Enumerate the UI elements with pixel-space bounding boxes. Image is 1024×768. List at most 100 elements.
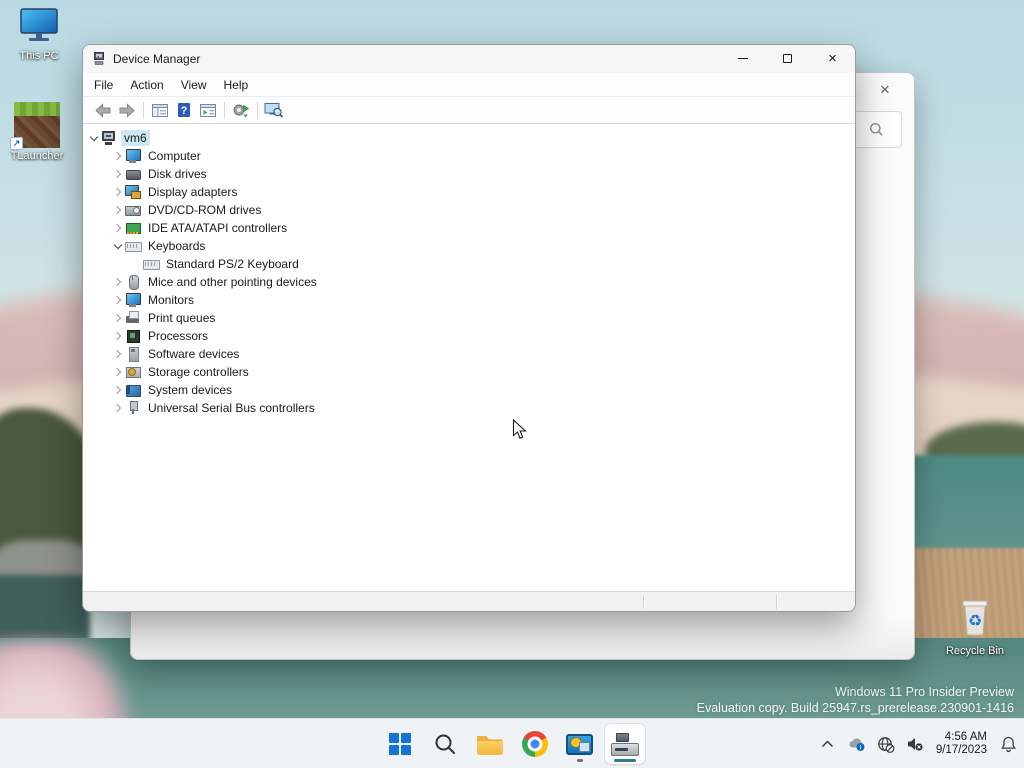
close-button[interactable]: × xyxy=(810,45,855,72)
forward-button[interactable] xyxy=(115,99,139,121)
tree-item-storage-controllers[interactable]: Storage controllers xyxy=(83,363,855,381)
tree-item-ide-controllers[interactable]: IDE ATA/ATAPI controllers xyxy=(83,219,855,237)
chevron-right-icon[interactable] xyxy=(111,153,125,159)
chevron-right-icon[interactable] xyxy=(111,333,125,339)
tree-item-label: Print queues xyxy=(148,311,216,325)
taskbar-clock[interactable]: 4:56 AM 9/17/2023 xyxy=(934,731,989,758)
tree-item-display-adapters[interactable]: Display adapters xyxy=(83,183,855,201)
tree-item-processors[interactable]: Processors xyxy=(83,327,855,345)
active-window-indicator xyxy=(613,759,636,762)
desktop-icon-recycle-bin[interactable]: ♻ Recycle Bin xyxy=(938,596,1012,657)
desktop-icon-label: TLauncher xyxy=(10,150,64,162)
watermark-line2: Evaluation copy. Build 25947.rs_prerelea… xyxy=(696,701,1014,715)
chevron-right-icon[interactable] xyxy=(111,405,125,411)
search-icon xyxy=(870,123,883,136)
close-icon[interactable]: × xyxy=(870,77,900,103)
window-title: Device Manager xyxy=(113,52,201,66)
tree-item-usb-controllers[interactable]: Universal Serial Bus controllers xyxy=(83,399,855,417)
scan-hardware-changes-button[interactable] xyxy=(262,99,286,121)
system-device-icon xyxy=(125,383,141,397)
monitor-icon xyxy=(125,293,141,307)
tree-item-keyboards[interactable]: Keyboards xyxy=(83,237,855,255)
tree-item-disk-drives[interactable]: Disk drives xyxy=(83,165,855,183)
toolbar: ? xyxy=(83,97,855,124)
onedrive-cloud-icon[interactable]: i xyxy=(847,730,867,758)
recycle-bin-icon: ♻ xyxy=(962,600,988,636)
tree-item-computer[interactable]: Computer xyxy=(83,147,855,165)
status-bar-divider xyxy=(776,595,777,609)
svg-text:♻: ♻ xyxy=(968,611,982,630)
desktop-icon-tlauncher[interactable]: ↗ TLauncher xyxy=(0,102,74,162)
ide-controller-icon xyxy=(125,221,141,235)
menu-file[interactable]: File xyxy=(86,75,121,95)
tree-item-label: Monitors xyxy=(148,293,195,307)
system-app-button[interactable] xyxy=(560,724,600,764)
volume-muted-icon[interactable] xyxy=(905,730,925,758)
update-driver-button[interactable] xyxy=(229,99,253,121)
chevron-right-icon[interactable] xyxy=(111,207,125,213)
device-manager-app-icon xyxy=(94,52,104,65)
toolbar-separator xyxy=(257,101,258,119)
tray-date: 9/17/2023 xyxy=(935,744,987,756)
chrome-button[interactable] xyxy=(515,724,555,764)
this-pc-icon xyxy=(20,8,58,41)
tree-item-vm6[interactable]: vm6 xyxy=(83,129,855,147)
help-button[interactable]: ? xyxy=(172,99,196,121)
tree-item-label: DVD/CD-ROM drives xyxy=(148,203,262,217)
title-bar[interactable]: Device Manager × xyxy=(83,45,855,73)
computer-icon xyxy=(125,149,141,163)
menu-bar: File Action View Help xyxy=(83,73,855,97)
keyboard-icon xyxy=(125,239,142,253)
chevron-right-icon[interactable] xyxy=(111,387,125,393)
notification-bell-icon[interactable] xyxy=(998,730,1018,758)
chevron-right-icon[interactable] xyxy=(111,297,125,303)
tray-overflow-chevron-icon[interactable] xyxy=(818,730,838,758)
mouse-cursor xyxy=(512,419,527,440)
chevron-right-icon[interactable] xyxy=(111,189,125,195)
file-explorer-button[interactable] xyxy=(470,724,510,764)
chevron-right-icon[interactable] xyxy=(111,279,125,285)
show-action-pane-button[interactable] xyxy=(196,99,220,121)
usb-controller-icon xyxy=(125,401,141,415)
status-bar xyxy=(83,591,855,611)
menu-action[interactable]: Action xyxy=(122,75,171,95)
svg-text:?: ? xyxy=(181,105,188,117)
chevron-right-icon[interactable] xyxy=(111,171,125,177)
minimize-button[interactable] xyxy=(720,45,765,72)
show-console-tree-button[interactable] xyxy=(148,99,172,121)
storage-controller-icon xyxy=(125,365,141,379)
tree-item-label: vm6 xyxy=(121,130,150,146)
chevron-down-icon[interactable] xyxy=(111,242,125,250)
tree-item-monitors[interactable]: Monitors xyxy=(83,291,855,309)
tree-item-standard-ps2-keyboard[interactable]: Standard PS/2 Keyboard xyxy=(83,255,855,273)
chevron-right-icon[interactable] xyxy=(111,315,125,321)
chevron-right-icon[interactable] xyxy=(111,351,125,357)
tree-item-label: System devices xyxy=(148,383,233,397)
chevron-down-icon[interactable] xyxy=(87,134,101,142)
tree-item-dvd-cdrom-drives[interactable]: DVD/CD-ROM drives xyxy=(83,201,855,219)
tree-item-label: IDE ATA/ATAPI controllers xyxy=(148,221,288,235)
tree-item-software-devices[interactable]: Software devices xyxy=(83,345,855,363)
tree-item-system-devices[interactable]: System devices xyxy=(83,381,855,399)
shortcut-arrow-icon: ↗ xyxy=(10,137,23,150)
network-no-internet-icon[interactable] xyxy=(876,730,896,758)
tree-item-mice[interactable]: Mice and other pointing devices xyxy=(83,273,855,291)
running-indicator xyxy=(576,759,583,762)
maximize-button[interactable] xyxy=(765,45,810,72)
toolbar-separator xyxy=(143,101,144,119)
taskbar-search-button[interactable] xyxy=(425,724,465,764)
menu-help[interactable]: Help xyxy=(216,75,257,95)
device-manager-taskbar-button[interactable] xyxy=(604,724,645,764)
tree-item-label: Display adapters xyxy=(148,185,238,199)
start-button[interactable] xyxy=(380,724,420,764)
back-button[interactable] xyxy=(91,99,115,121)
desktop-icon-this-pc[interactable]: This PC xyxy=(2,8,76,62)
svg-text:i: i xyxy=(859,745,861,752)
windows-logo-icon xyxy=(388,733,411,755)
tree-item-print-queues[interactable]: Print queues xyxy=(83,309,855,327)
chevron-right-icon[interactable] xyxy=(111,225,125,231)
tree-item-label: Keyboards xyxy=(148,239,206,253)
tray-time: 4:56 AM xyxy=(944,730,987,743)
chevron-right-icon[interactable] xyxy=(111,369,125,375)
menu-view[interactable]: View xyxy=(173,75,215,95)
